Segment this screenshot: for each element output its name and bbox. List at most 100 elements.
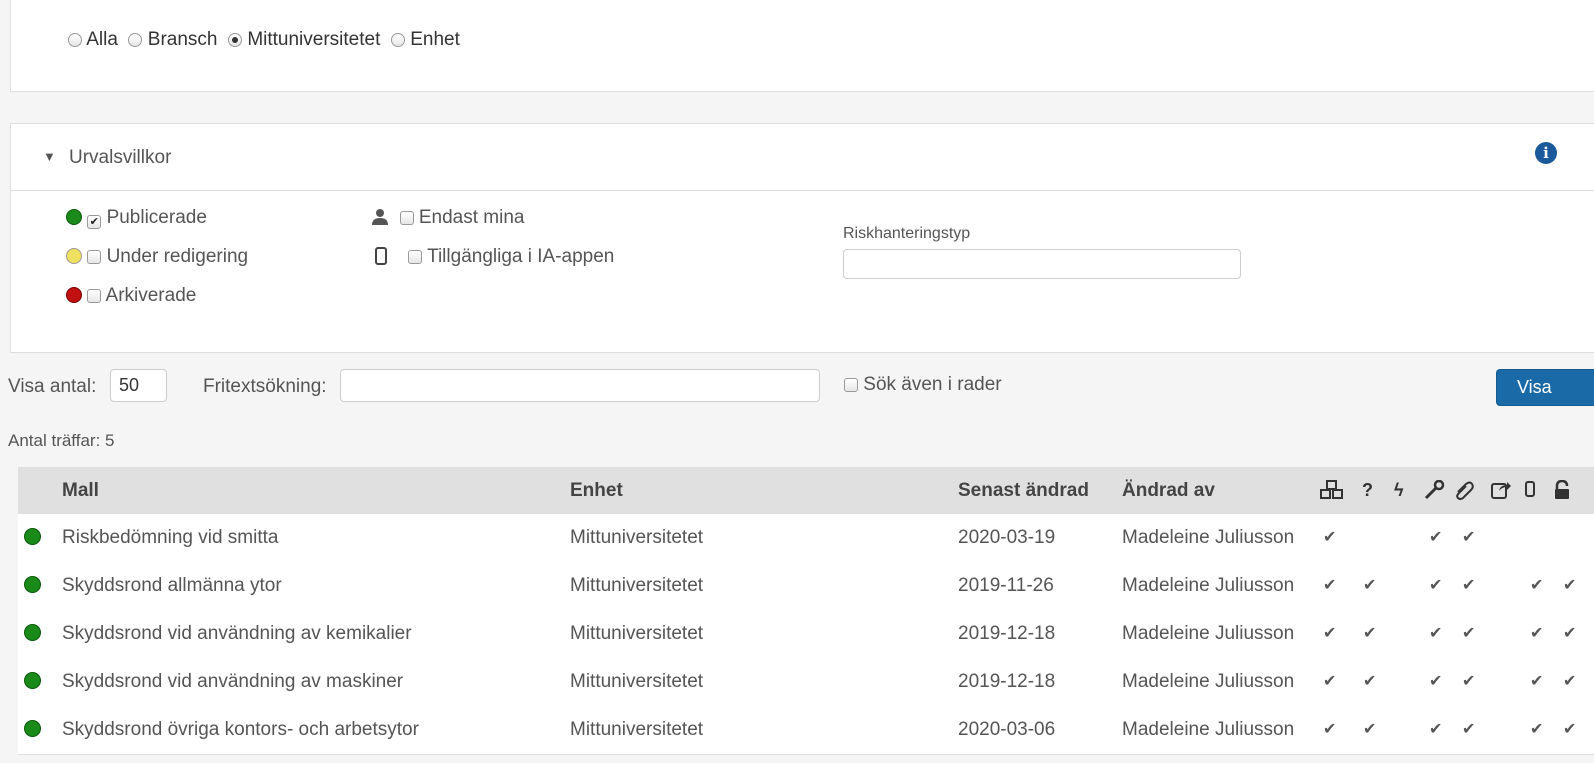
check-icon: ✔ <box>1462 529 1476 546</box>
table-header: Mall Enhet Senast ändrad Ändrad av ? ϟ <box>18 467 1594 514</box>
count-input[interactable] <box>110 369 167 402</box>
user-icon <box>372 209 388 225</box>
scope-radio-bransch[interactable] <box>128 33 143 47</box>
row-mall-link[interactable]: Skyddsrond vid användning av kemikalier <box>62 623 412 645</box>
row-date: 2019-12-18 <box>958 623 1056 644</box>
check-icon: ✔ <box>1323 529 1337 546</box>
filter-title: Urvalsvillkor <box>69 147 172 168</box>
archived-label: Arkiverade <box>105 285 197 306</box>
row-enhet: Mittuniversitetet <box>570 671 704 692</box>
row-mall-link[interactable]: Skyddsrond vid användning av maskiner <box>62 671 403 693</box>
freetext-input[interactable] <box>340 369 820 402</box>
search-rows-checkbox[interactable] <box>844 378 858 392</box>
row-changed-by: Madeleine Juliusson <box>1122 527 1295 548</box>
search-rows-filter: Sök även i rader <box>844 374 1002 396</box>
ia-app-filter: Tillgängliga i IA-appen <box>375 246 614 268</box>
count-label: Visa antal: <box>8 376 97 397</box>
column-header-changed-by[interactable]: Ändrad av <box>1122 480 1215 502</box>
question-icon: ? <box>1362 480 1373 500</box>
table-row[interactable]: Riskbedömning vid smitta Mittuniversitete… <box>18 514 1594 563</box>
check-icon: ✔ <box>1363 721 1377 738</box>
check-icon: ✔ <box>1530 625 1544 642</box>
row-mall-link[interactable]: Skyddsrond allmänna ytor <box>62 575 282 597</box>
row-enhet: Mittuniversitetet <box>570 623 704 644</box>
row-changed-by: Madeleine Juliusson <box>1122 719 1295 740</box>
row-enhet: Mittuniversitetet <box>570 575 704 596</box>
wrench-icon <box>1424 479 1446 505</box>
only-mine-filter: Endast mina <box>371 207 524 229</box>
check-icon: ✔ <box>1462 673 1476 690</box>
row-date: 2019-11-26 <box>958 575 1054 596</box>
scope-radio-group: Alla Bransch Mittuniversitetet Enhet <box>68 29 460 51</box>
mobile-column-icon <box>1524 480 1536 503</box>
status-editing: Under redigering <box>66 246 248 268</box>
row-enhet: Mittuniversitetet <box>570 719 704 740</box>
ia-app-checkbox[interactable] <box>408 250 423 264</box>
row-changed-by: Madeleine Juliusson <box>1122 623 1295 644</box>
check-icon: ✔ <box>1429 673 1443 690</box>
table-row[interactable]: Skyddsrond vid användning av maskiner Mit… <box>18 658 1594 707</box>
ia-app-label: Tillgängliga i IA-appen <box>427 246 615 267</box>
row-date: 2019-12-18 <box>958 671 1056 692</box>
status-dot-published <box>24 672 41 689</box>
row-changed-by: Madeleine Juliusson <box>1122 671 1295 692</box>
column-header-enhet[interactable]: Enhet <box>570 480 623 502</box>
freetext-label: Fritextsökning: <box>203 376 327 397</box>
table-row[interactable]: Skyddsrond allmänna ytor Mittuniversitete… <box>18 562 1594 611</box>
check-icon: ✔ <box>1462 721 1476 738</box>
status-dot-published <box>24 624 41 641</box>
check-icon: ✔ <box>1563 721 1577 738</box>
only-mine-checkbox[interactable] <box>399 211 414 225</box>
check-icon: ✔ <box>1323 721 1337 738</box>
check-icon: ✔ <box>1429 625 1443 642</box>
scope-panel: Alla Bransch Mittuniversitetet Enhet <box>10 0 1594 92</box>
table-row[interactable]: Skyddsrond övriga kontors- och arbetsyto… <box>18 706 1594 755</box>
check-icon: ✔ <box>1323 673 1337 690</box>
check-icon: ✔ <box>1323 625 1337 642</box>
editing-label: Under redigering <box>106 246 249 267</box>
archived-checkbox[interactable] <box>87 289 102 303</box>
only-mine-label: Endast mina <box>418 207 525 228</box>
scope-radio-mittuniversitetet[interactable] <box>228 33 243 47</box>
row-mall-link[interactable]: Skyddsrond övriga kontors- och arbetsyto… <box>62 719 419 741</box>
check-icon: ✔ <box>1530 721 1544 738</box>
published-label: Publicerade <box>106 207 207 228</box>
caret-down-icon[interactable]: ▼ <box>43 149 56 164</box>
status-published: ✔ Publicerade <box>66 207 207 229</box>
check-icon: ✔ <box>1429 721 1443 738</box>
check-icon: ✔ <box>1563 577 1577 594</box>
hits-count: Antal träffar: 5 <box>8 431 115 450</box>
check-icon: ✔ <box>1462 625 1476 642</box>
scope-radio-alla[interactable] <box>68 33 82 47</box>
scope-label-alla: Alla <box>86 29 118 50</box>
check-icon: ✔ <box>1363 673 1377 690</box>
show-button[interactable]: Visa <box>1496 369 1594 406</box>
published-checkbox[interactable]: ✔ <box>87 215 102 229</box>
column-header-mall[interactable]: Mall <box>62 480 99 502</box>
mobile-icon <box>375 247 387 265</box>
lock-icon <box>1552 479 1572 505</box>
info-icon[interactable]: i <box>1535 142 1557 164</box>
check-icon: ✔ <box>1530 673 1544 690</box>
check-icon: ✔ <box>1363 577 1377 594</box>
row-changed-by: Madeleine Juliusson <box>1122 575 1295 596</box>
row-date: 2020-03-19 <box>958 527 1056 548</box>
row-enhet: Mittuniversitetet <box>570 527 704 548</box>
check-icon: ✔ <box>1563 673 1577 690</box>
scope-radio-enhet[interactable] <box>390 33 405 47</box>
table-row[interactable]: Skyddsrond vid användning av kemikalier M… <box>18 610 1594 659</box>
status-dot-published <box>66 209 82 225</box>
status-dot-published <box>24 528 41 545</box>
risk-type-input[interactable] <box>843 249 1241 279</box>
check-icon: ✔ <box>1429 577 1443 594</box>
row-mall-link[interactable]: Riskbedömning vid smitta <box>62 527 278 549</box>
scope-label-mittuniversitetet: Mittuniversitetet <box>247 29 381 50</box>
scope-label-bransch: Bransch <box>147 29 218 50</box>
column-header-changed[interactable]: Senast ändrad <box>958 480 1089 502</box>
editing-checkbox[interactable] <box>87 250 102 264</box>
status-dot-published <box>24 720 41 737</box>
check-icon: ✔ <box>1429 529 1443 546</box>
status-archived: Arkiverade <box>66 285 196 307</box>
share-icon <box>1490 480 1512 505</box>
filter-header[interactable]: ▼ Urvalsvillkor i <box>11 124 1594 191</box>
